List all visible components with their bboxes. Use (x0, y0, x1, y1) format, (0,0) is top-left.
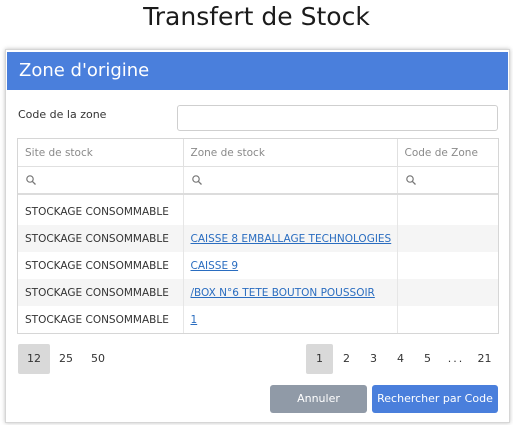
page-size-50[interactable]: 50 (82, 344, 114, 374)
code-zone-label: Code de la zone (18, 108, 107, 121)
page-4[interactable]: 4 (387, 344, 414, 374)
page-size-25[interactable]: 25 (50, 344, 82, 374)
cell-zone (183, 194, 398, 225)
table-row[interactable]: STOCKAGE CONSOMMABLE CAISSE 9 (18, 252, 498, 279)
cell-site: STOCKAGE CONSOMMABLE (18, 252, 184, 279)
pagination-ellipsis: ... (447, 352, 465, 365)
cell-code (397, 279, 498, 306)
zone-grid: Site de stock Zone de stock Code de Zone (17, 138, 499, 334)
page-title: Transfert de Stock (143, 2, 370, 31)
page-size-selector: 12 25 50 (18, 344, 114, 374)
page-1[interactable]: 1 (306, 344, 333, 374)
page-2[interactable]: 2 (333, 344, 360, 374)
search-icon (405, 175, 416, 185)
page-3[interactable]: 3 (360, 344, 387, 374)
search-by-code-button[interactable]: Rechercher par Code (372, 385, 498, 413)
cell-code (397, 194, 498, 225)
zone-dialog: Zone d'origine Code de la zone Site de s… (5, 49, 510, 423)
zone-link[interactable]: CAISSE 8 EMBALLAGE TECHNOLOGIES (191, 233, 392, 245)
search-icon (26, 175, 36, 185)
table-row[interactable]: STOCKAGE CONSOMMABLE /BOX N°6 TETE BOUTO… (18, 279, 498, 306)
table-row[interactable]: STOCKAGE CONSOMMABLE (18, 194, 498, 225)
filter-site[interactable] (18, 166, 184, 195)
cell-site: STOCKAGE CONSOMMABLE (18, 306, 184, 333)
cell-code (397, 225, 498, 252)
table-row[interactable]: STOCKAGE CONSOMMABLE CAISSE 8 EMBALLAGE … (18, 225, 498, 252)
zone-link[interactable]: CAISSE 9 (191, 260, 239, 272)
page-size-12[interactable]: 12 (18, 344, 50, 374)
column-header-zone[interactable]: Zone de stock (183, 139, 398, 167)
cell-code (397, 306, 498, 333)
column-header-code[interactable]: Code de Zone (397, 139, 498, 167)
column-header-site[interactable]: Site de stock (18, 139, 184, 167)
zone-link[interactable]: 1 (191, 314, 198, 326)
page-5[interactable]: 5 (414, 344, 441, 374)
page-last[interactable]: 21 (471, 344, 498, 374)
zone-link[interactable]: /BOX N°6 TETE BOUTON POUSSOIR (191, 287, 375, 299)
code-zone-input[interactable] (177, 105, 498, 131)
cell-site: STOCKAGE CONSOMMABLE (18, 279, 184, 306)
dialog-title: Zone d'origine (7, 52, 508, 90)
cancel-button[interactable]: Annuler (270, 385, 367, 413)
pagination: 1 2 3 4 5... 21 (306, 344, 498, 374)
filter-code[interactable] (397, 166, 498, 195)
filter-zone[interactable] (183, 166, 398, 195)
search-icon (191, 175, 202, 185)
cell-code (397, 252, 498, 279)
table-row[interactable]: STOCKAGE CONSOMMABLE 1 (18, 306, 498, 333)
cell-site: STOCKAGE CONSOMMABLE (18, 225, 184, 252)
cell-site: STOCKAGE CONSOMMABLE (18, 194, 184, 225)
